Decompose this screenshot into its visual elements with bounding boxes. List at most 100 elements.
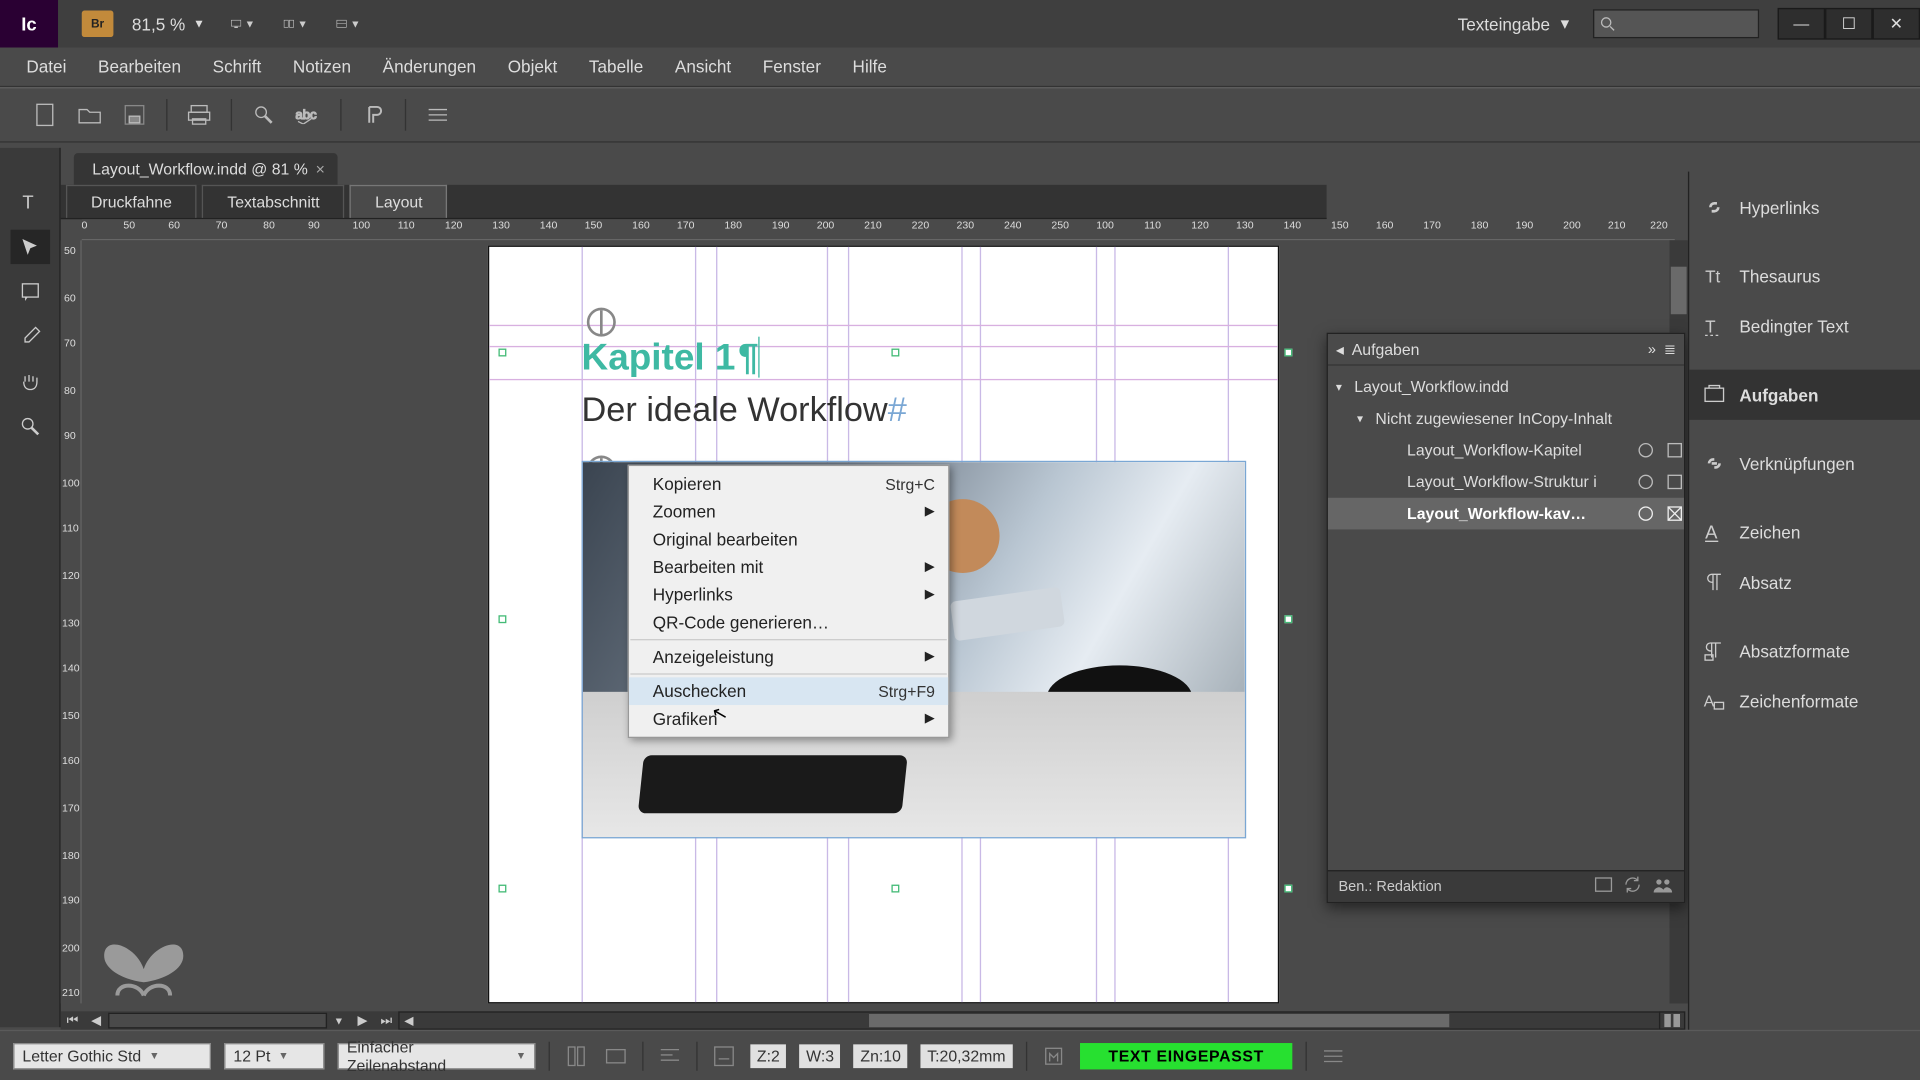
dock-zeichenformate[interactable]: AZeichenformate [1689, 676, 1920, 726]
menu-ansicht[interactable]: Ansicht [659, 51, 747, 81]
zoom-tool[interactable] [10, 409, 50, 443]
tree-root[interactable]: ▾ Layout_Workflow.indd [1328, 371, 1684, 403]
dock-aufgaben[interactable]: Aufgaben [1689, 370, 1920, 420]
last-page-button[interactable]: ⏭ [375, 1013, 399, 1028]
menu-objekt[interactable]: Objekt [492, 51, 573, 81]
dock-absatz[interactable]: Absatz [1689, 557, 1920, 607]
tree-group[interactable]: ▾ Nicht zugewiesener InCopy-Inhalt [1328, 403, 1684, 435]
split-view-button[interactable] [1659, 1011, 1685, 1029]
ctx-qr-code[interactable]: QR-Code generieren… [629, 609, 948, 637]
first-page-button[interactable]: ⏮ [61, 1013, 85, 1028]
next-page-button[interactable]: ▶ [351, 1013, 375, 1028]
scrollbar-thumb[interactable] [1671, 267, 1687, 315]
selection-handle[interactable] [891, 885, 899, 893]
ctx-anzeigeleistung[interactable]: Anzeigeleistung▶ [629, 643, 948, 671]
selection-handle[interactable] [498, 615, 506, 623]
disclosure-triangle-icon[interactable]: ▾ [1336, 380, 1349, 395]
note-tool[interactable] [10, 275, 50, 309]
save-icon[interactable] [121, 102, 147, 128]
menu-hilfe[interactable]: Hilfe [837, 51, 903, 81]
horizontal-scrollbar[interactable]: ◀ ▶ [398, 1011, 1677, 1029]
info-icon[interactable] [711, 1042, 737, 1068]
selection-handle[interactable] [1284, 349, 1292, 357]
tree-item-active[interactable]: Layout_Workflow-kav… [1328, 498, 1684, 530]
open-icon[interactable] [76, 102, 102, 128]
chapter-heading[interactable]: Kapitel 1¶ [582, 337, 760, 381]
menu-fenster[interactable]: Fenster [747, 51, 837, 81]
tab-layout[interactable]: Layout [350, 185, 448, 218]
dock-verknuepfungen[interactable]: Verknüpfungen [1689, 438, 1920, 488]
close-button[interactable]: ✕ [1873, 8, 1920, 40]
update-design-icon[interactable] [1594, 877, 1612, 897]
panel-menu-icon[interactable]: ≣ [1664, 341, 1676, 358]
selection-handle[interactable] [891, 349, 899, 357]
workspace-dropdown[interactable]: Texteingabe ▾ [1458, 13, 1570, 34]
dock-bedingter-text[interactable]: TBedingter Text [1689, 301, 1920, 351]
bridge-button[interactable]: Br [82, 11, 114, 37]
ctx-kopieren[interactable]: KopierenStrg+C [629, 470, 948, 498]
tab-druckfahne[interactable]: Druckfahne [66, 185, 197, 218]
view-options-icon[interactable]: ▼ [337, 12, 361, 36]
dock-hyperlinks[interactable]: Hyperlinks [1689, 182, 1920, 232]
zoom-dropdown[interactable]: 81,5 % ▼ [132, 14, 205, 34]
ctx-bearbeiten-mit[interactable]: Bearbeiten mit▶ [629, 553, 948, 581]
dock-zeichen[interactable]: AZeichen [1689, 507, 1920, 557]
maximize-button[interactable]: ☐ [1825, 8, 1872, 40]
position-tool[interactable] [10, 230, 50, 264]
align-left-icon[interactable] [657, 1042, 683, 1068]
hand-tool[interactable] [10, 364, 50, 398]
dock-absatzformate[interactable]: Absatzformate [1689, 626, 1920, 676]
panel-collapse-icon[interactable]: ◂ [1336, 340, 1344, 358]
prev-page-button[interactable]: ◀ [84, 1013, 108, 1028]
font-family-dropdown[interactable]: Letter Gothic Std▼ [13, 1042, 211, 1068]
spellcheck-icon[interactable]: abc [295, 102, 321, 128]
eyedropper-tool[interactable] [10, 320, 50, 354]
font-size-dropdown[interactable]: 12 Pt▼ [224, 1042, 324, 1068]
ctx-zoomen[interactable]: Zoomen▶ [629, 498, 948, 526]
leading-dropdown[interactable]: Einfacher Zeilenabstand▼ [338, 1042, 536, 1068]
document-tab[interactable]: Layout_Workflow.indd @ 81 % × [74, 153, 338, 185]
horizontal-scale-icon[interactable] [603, 1042, 629, 1068]
hidden-chars-icon[interactable] [360, 102, 386, 128]
help-search-input[interactable] [1593, 9, 1759, 38]
menu-schrift[interactable]: Schrift [197, 51, 277, 81]
users-icon[interactable] [1652, 877, 1673, 897]
selection-handle[interactable] [1284, 885, 1292, 893]
selection-handle[interactable] [498, 349, 506, 357]
menu-aenderungen[interactable]: Änderungen [367, 51, 492, 81]
ctx-auschecken[interactable]: AuscheckenStrg+F9 [629, 677, 948, 705]
tree-item[interactable]: Layout_Workflow-Kapitel [1328, 434, 1684, 466]
arrange-icon[interactable]: ▼ [284, 12, 308, 36]
menu-tabelle[interactable]: Tabelle [573, 51, 659, 81]
type-tool[interactable]: T [10, 185, 50, 219]
page-dropdown-button[interactable]: ▼ [327, 1015, 351, 1027]
menu-bearbeiten[interactable]: Bearbeiten [82, 51, 197, 81]
menu-lines-icon[interactable] [1321, 1042, 1347, 1068]
find-icon[interactable] [251, 102, 277, 128]
copyfit-icon[interactable] [1040, 1042, 1066, 1068]
tree-item[interactable]: Layout_Workflow-Struktur i [1328, 466, 1684, 498]
tab-textabschnitt[interactable]: Textabschnitt [202, 185, 344, 218]
page-number-field[interactable] [108, 1013, 327, 1029]
ctx-hyperlinks[interactable]: Hyperlinks▶ [629, 581, 948, 609]
minimize-button[interactable]: — [1778, 8, 1825, 40]
close-icon[interactable]: × [316, 160, 325, 178]
scroll-left-button[interactable]: ◀ [400, 1013, 418, 1029]
menu-notizen[interactable]: Notizen [277, 51, 367, 81]
dock-thesaurus[interactable]: TtThesaurus [1689, 251, 1920, 301]
refresh-icon[interactable] [1623, 875, 1641, 897]
scrollbar-thumb[interactable] [869, 1014, 1449, 1027]
print-icon[interactable] [186, 102, 212, 128]
selection-handle[interactable] [498, 885, 506, 893]
ctx-original-bearbeiten[interactable]: Original bearbeiten [629, 525, 948, 553]
columns-icon[interactable] [563, 1042, 589, 1068]
disclosure-triangle-icon[interactable]: ▾ [1357, 411, 1370, 426]
ctx-grafiken[interactable]: Grafiken▶ [629, 705, 948, 733]
subtitle-text[interactable]: Der ideale Workflow# [582, 389, 907, 430]
new-doc-icon[interactable] [32, 102, 58, 128]
toolbar-menu-icon[interactable] [425, 102, 451, 128]
panel-expand-icon[interactable]: » [1648, 341, 1656, 357]
selection-handle[interactable] [1284, 615, 1292, 623]
screen-mode-icon[interactable]: ▼ [231, 12, 255, 36]
menu-datei[interactable]: Datei [11, 51, 83, 81]
